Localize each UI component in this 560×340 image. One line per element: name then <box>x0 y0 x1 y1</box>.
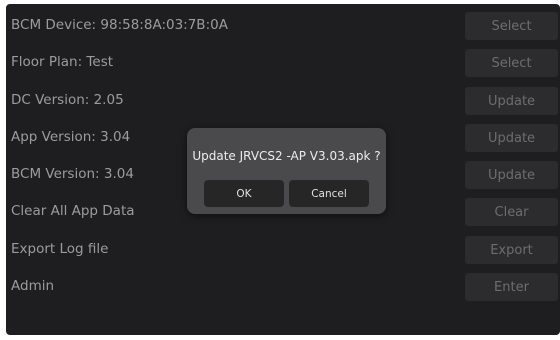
export-log-button[interactable]: Export <box>465 236 558 264</box>
settings-row-admin: Admin Enter <box>6 272 560 302</box>
update-confirm-dialog: Update JRVCS2 -AP V3.03.apk ? OK Cancel <box>187 128 386 214</box>
settings-row-export-log: Export Log file Export <box>6 235 560 265</box>
update-app-button[interactable]: Update <box>465 124 558 152</box>
select-bcm-device-button[interactable]: Select <box>465 12 558 40</box>
select-floor-plan-button[interactable]: Select <box>465 49 558 77</box>
clear-data-button[interactable]: Clear <box>465 198 558 226</box>
dc-version-label: DC Version: 2.05 <box>11 92 124 108</box>
ok-button[interactable]: OK <box>204 180 284 207</box>
clear-data-label: Clear All App Data <box>11 203 135 219</box>
admin-label: Admin <box>11 278 55 294</box>
settings-row-dc-version: DC Version: 2.05 Update <box>6 86 560 116</box>
export-log-label: Export Log file <box>11 241 109 257</box>
update-dc-button[interactable]: Update <box>465 87 558 115</box>
admin-enter-button[interactable]: Enter <box>465 273 558 301</box>
cancel-button[interactable]: Cancel <box>289 180 369 207</box>
update-bcm-button[interactable]: Update <box>465 161 558 189</box>
settings-screen: BCM Device: 98:58:8A:03:7B:0A Select Flo… <box>6 4 560 335</box>
settings-row-bcm-device: BCM Device: 98:58:8A:03:7B:0A Select <box>6 11 560 41</box>
dialog-message: Update JRVCS2 -AP V3.03.apk ? <box>192 149 381 163</box>
bcm-device-label: BCM Device: 98:58:8A:03:7B:0A <box>11 17 228 33</box>
floor-plan-label: Floor Plan: Test <box>11 54 114 70</box>
settings-row-floor-plan: Floor Plan: Test Select <box>6 48 560 78</box>
app-version-label: App Version: 3.04 <box>11 129 131 145</box>
bcm-version-label: BCM Version: 3.04 <box>11 166 134 182</box>
